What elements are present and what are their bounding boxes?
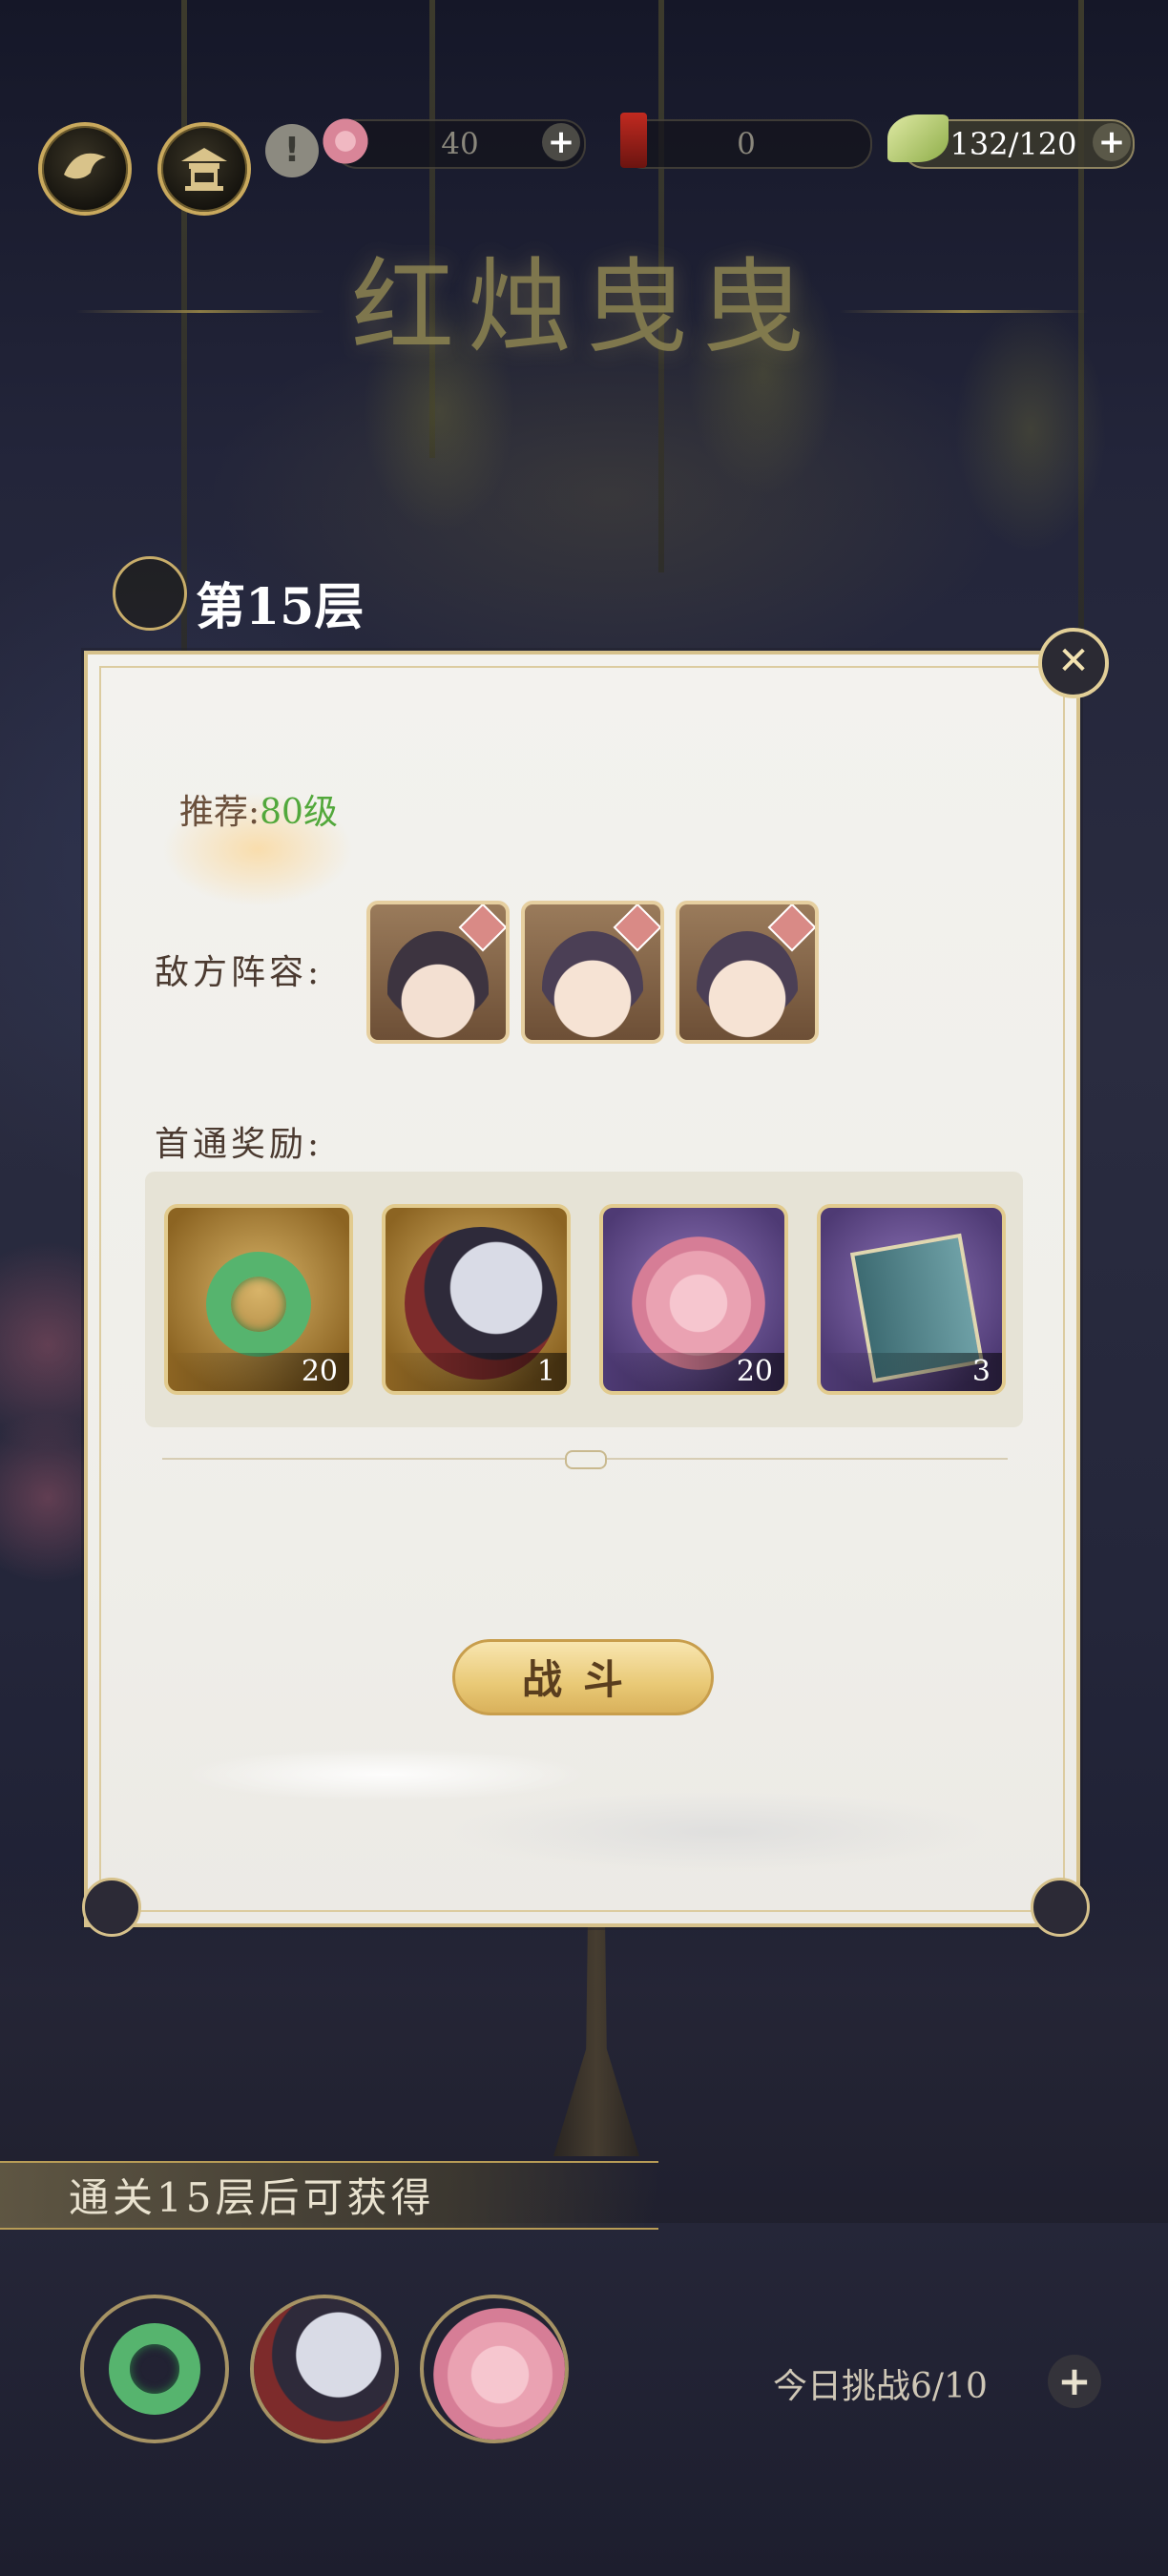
reward-count: 20 xyxy=(168,1353,349,1391)
jade-pendant-icon xyxy=(206,1252,311,1357)
recommended-level: 推荐:80级 xyxy=(179,784,338,834)
daily-challenge-count: 今日挑战6/10 xyxy=(773,2367,988,2406)
reward-hero-portrait[interactable]: 1 xyxy=(382,1204,571,1395)
reward-jade-pendant[interactable]: 20 xyxy=(164,1204,353,1395)
reward-book[interactable]: 3 xyxy=(817,1204,1006,1395)
flower-add-button[interactable]: + xyxy=(542,123,580,161)
warning-icon[interactable]: ! xyxy=(265,124,319,177)
stamina-add-button[interactable]: + xyxy=(1093,123,1131,161)
recommend-prefix: 推荐: xyxy=(179,793,261,832)
jade-pendant-icon xyxy=(109,2323,200,2415)
leaf-icon xyxy=(887,114,949,162)
close-button[interactable]: ✕ xyxy=(1038,628,1109,698)
first-clear-reward-label: 首通奖励: xyxy=(155,1125,323,1164)
unlock-text: 通关15层后可获得 xyxy=(69,2174,435,2221)
fight-button[interactable]: 战斗 xyxy=(452,1639,714,1715)
add-challenge-button[interactable]: + xyxy=(1048,2355,1101,2408)
flower-icon xyxy=(317,113,374,170)
bottom-reward-hero[interactable] xyxy=(250,2295,399,2443)
stamina-value: 132/120 xyxy=(949,126,1077,162)
floor-emblem-icon xyxy=(113,556,187,631)
pavilion-icon xyxy=(181,148,227,191)
recommend-level-value: 80级 xyxy=(260,793,338,832)
hero-portrait-icon xyxy=(254,2298,395,2440)
enemy-portrait-1[interactable] xyxy=(366,901,510,1044)
reward-pink-peony[interactable]: 20 xyxy=(599,1204,788,1395)
candle-resource-bar: 0 xyxy=(620,119,872,169)
candle-resource-value: 0 xyxy=(737,127,756,161)
pavilion-menu-button[interactable] xyxy=(157,122,251,216)
floor-label: 第15层 xyxy=(196,578,365,636)
stage-title: 红烛曳曳 xyxy=(350,248,817,367)
enemy-portrait-3[interactable] xyxy=(676,901,819,1044)
divider-ornament xyxy=(565,1450,607,1469)
reward-count: 1 xyxy=(386,1353,567,1391)
peony-icon xyxy=(632,1236,765,1370)
bird-icon xyxy=(64,153,106,179)
enemy-portrait-2[interactable] xyxy=(521,901,664,1044)
bottom-reward-jade[interactable] xyxy=(80,2295,229,2443)
cloud-swirl-decoration xyxy=(99,1717,1053,1908)
flower-resource-value: 40 xyxy=(441,127,479,161)
candle-icon xyxy=(620,113,647,168)
bird-menu-button[interactable] xyxy=(38,122,132,216)
bottom-reward-peony[interactable] xyxy=(420,2295,569,2443)
reward-count: 3 xyxy=(821,1353,1002,1391)
reward-count: 20 xyxy=(603,1353,784,1391)
enemy-lineup-label: 敌方阵容: xyxy=(155,953,323,992)
peony-icon xyxy=(433,2308,565,2440)
